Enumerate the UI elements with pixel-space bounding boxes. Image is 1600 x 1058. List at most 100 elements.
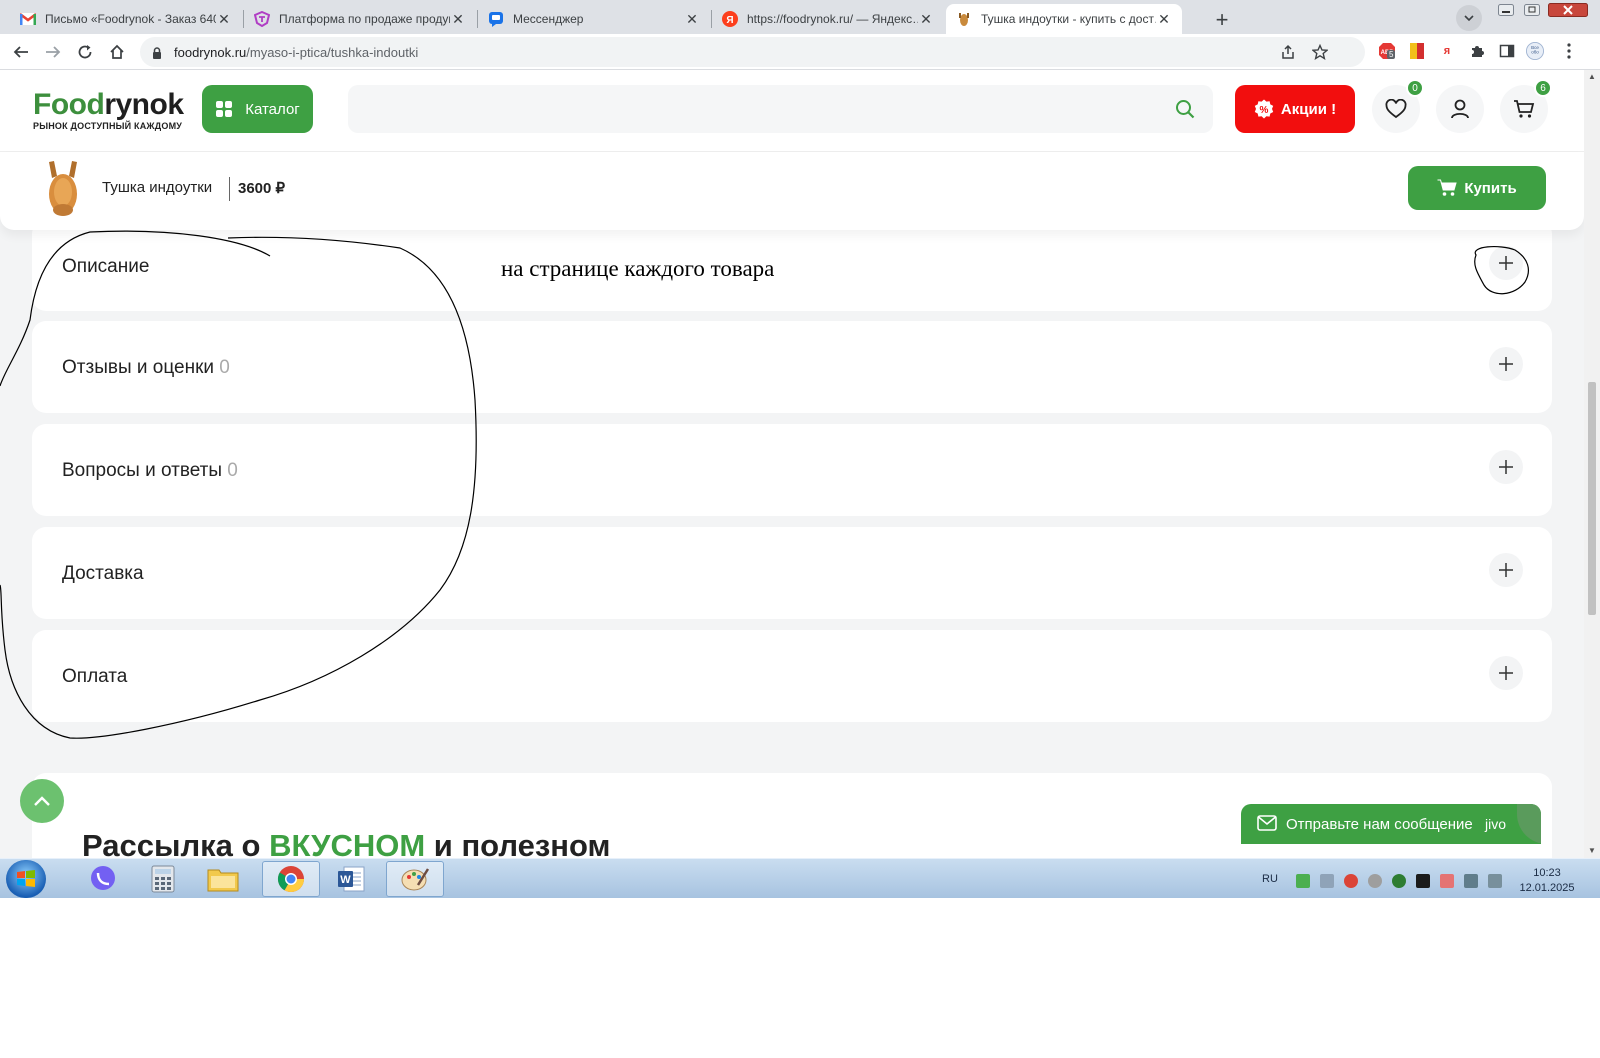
close-icon[interactable]: ✕ [684,11,700,28]
new-tab-button[interactable]: + [1208,6,1236,34]
close-icon[interactable]: ✕ [1156,11,1172,28]
plus-icon[interactable] [1489,553,1523,587]
accordion-description[interactable]: Описание [32,220,1552,311]
taskbar-chrome[interactable] [262,861,320,897]
plus-icon[interactable] [1489,246,1523,280]
catalog-button[interactable]: Каталог [202,85,313,133]
extension-badge: 5 [1387,50,1396,59]
volume-tray-icon[interactable] [1488,874,1502,888]
reload-icon [78,45,92,59]
plus-icon[interactable] [1489,347,1523,381]
scrollbar-thumb[interactable] [1588,382,1596,615]
promo-label: Акции ! [1280,100,1337,118]
scroll-down-arrow[interactable]: ▼ [1588,846,1596,855]
accordion-reviews[interactable]: Отзывы и оценки 0 [32,321,1552,413]
close-icon[interactable]: ✕ [450,11,466,28]
tab-search-button[interactable] [1456,5,1482,31]
maximize-button[interactable] [1520,0,1544,20]
chrome-icon [277,866,305,893]
messenger-icon [488,11,504,27]
tab-title: Тушка индоутки - купить с дост… [981,12,1156,26]
tab-messenger[interactable]: Мессенджер ✕ [478,4,710,34]
viber-icon [91,866,115,890]
account-button[interactable] [1436,85,1484,133]
search-icon[interactable] [1175,99,1195,124]
cart-count-badge: 6 [1534,79,1552,97]
adblock-extension-icon[interactable]: ABP 5 [1378,42,1396,60]
scroll-to-top-button[interactable] [20,779,64,823]
share-icon[interactable] [1280,44,1296,65]
taskbar-calculator[interactable] [134,861,192,897]
tab-platform[interactable]: Платформа по продаже продук… ✕ [244,4,476,34]
minimize-button[interactable] [1494,0,1518,20]
annotation-text: на странице каждого товара [501,256,775,281]
accordion-payment[interactable]: Оплата [32,630,1552,722]
yandex-extension-icon[interactable]: я [1438,42,1456,60]
language-indicator[interactable]: RU [1262,873,1278,885]
buy-label: Купить [1464,179,1517,197]
arrow-left-icon [13,46,28,58]
nvidia-tray-icon[interactable] [1416,874,1430,888]
reload-button[interactable] [74,41,96,63]
tab-gmail[interactable]: Письмо «Foodrynok - Заказ 640… ✕ [10,4,242,34]
kebab-menu-icon[interactable] [1560,42,1578,60]
flag-extension-icon[interactable] [1408,42,1426,60]
mail-icon [1257,815,1277,835]
accordion-title: Отзывы и оценки 0 [62,357,230,378]
buy-button[interactable]: Купить [1408,166,1546,210]
chat-brand: jivo [1485,816,1507,832]
taskbar-explorer[interactable] [194,861,252,897]
scroll-up-arrow[interactable]: ▲ [1588,72,1596,81]
accordion-delivery[interactable]: Доставка [32,527,1552,619]
tab-yandex[interactable]: Я https://foodrynok.ru/ — Яндекс… ✕ [712,4,944,34]
puzzle-icon[interactable] [1468,42,1486,60]
forward-button[interactable] [42,41,64,63]
favorites-count-badge: 0 [1406,79,1424,97]
tab-title: Платформа по продаже продук… [279,12,450,26]
taskbar-clock[interactable]: 10:23 12.01.2025 [1514,866,1580,896]
taskbar-viber[interactable] [74,861,132,897]
newsletter-title: Рассылка о ВКУСНОМ и полезном [82,828,611,858]
app-tray-icon[interactable] [1368,874,1382,888]
svg-text:обо: обо [1531,50,1539,55]
site-logo[interactable]: Foodrynok РЫНОК ДОСТУПНЫЙ КАЖДОМУ [33,90,184,132]
tab-active-product[interactable]: Тушка индоутки - купить с дост… ✕ [946,4,1182,34]
heart-icon [1385,99,1407,119]
sidepanel-icon[interactable] [1498,42,1516,60]
chrome-tray-icon[interactable] [1344,874,1358,888]
close-icon[interactable]: ✕ [216,11,232,28]
profile-avatar-icon[interactable]: Все обо [1526,42,1544,60]
home-icon [110,44,124,59]
close-icon[interactable]: ✕ [918,11,934,28]
monitor-tray-icon[interactable] [1464,874,1478,888]
search-input[interactable] [348,85,1213,133]
address-bar[interactable]: foodrynok.ru/myaso-i-ptica/tushka-indout… [140,37,1365,67]
promo-button[interactable]: % Акции ! [1235,85,1355,133]
calculator-icon [151,865,175,893]
chat-widget-button[interactable]: Отправьте нам сообщение jivo [1241,804,1541,844]
close-window-button[interactable] [1546,0,1590,20]
network-tray-icon[interactable] [1320,874,1334,888]
start-button[interactable] [6,860,46,898]
cart-button[interactable]: 6 [1500,79,1552,133]
favorites-button[interactable]: 0 [1372,79,1424,133]
plus-icon[interactable] [1489,450,1523,484]
svg-text:Я: Я [726,15,733,26]
plus-icon[interactable] [1489,656,1523,690]
bookmark-star-icon[interactable] [1311,43,1329,65]
lock-icon [152,46,162,64]
url-domain: foodrynok.ru [174,45,247,60]
back-button[interactable] [10,41,32,63]
security-tray-icon[interactable] [1296,874,1310,888]
taskbar-word[interactable]: W [322,861,380,897]
url-text: foodrynok.ru/myaso-i-ptica/tushka-indout… [174,45,418,60]
home-button[interactable] [106,41,128,63]
browser-tabstrip: Письмо «Foodrynok - Заказ 640… ✕ Платфор… [0,0,1600,34]
flag-tray-icon[interactable] [1440,874,1454,888]
word-icon: W [338,866,365,892]
windows-logo-icon [17,870,35,887]
sync-tray-icon[interactable] [1392,874,1406,888]
accordion-questions[interactable]: Вопросы и ответы 0 [32,424,1552,516]
taskbar-paint[interactable] [386,861,444,897]
page-scrollbar[interactable]: ▲ ▼ [1584,70,1600,858]
